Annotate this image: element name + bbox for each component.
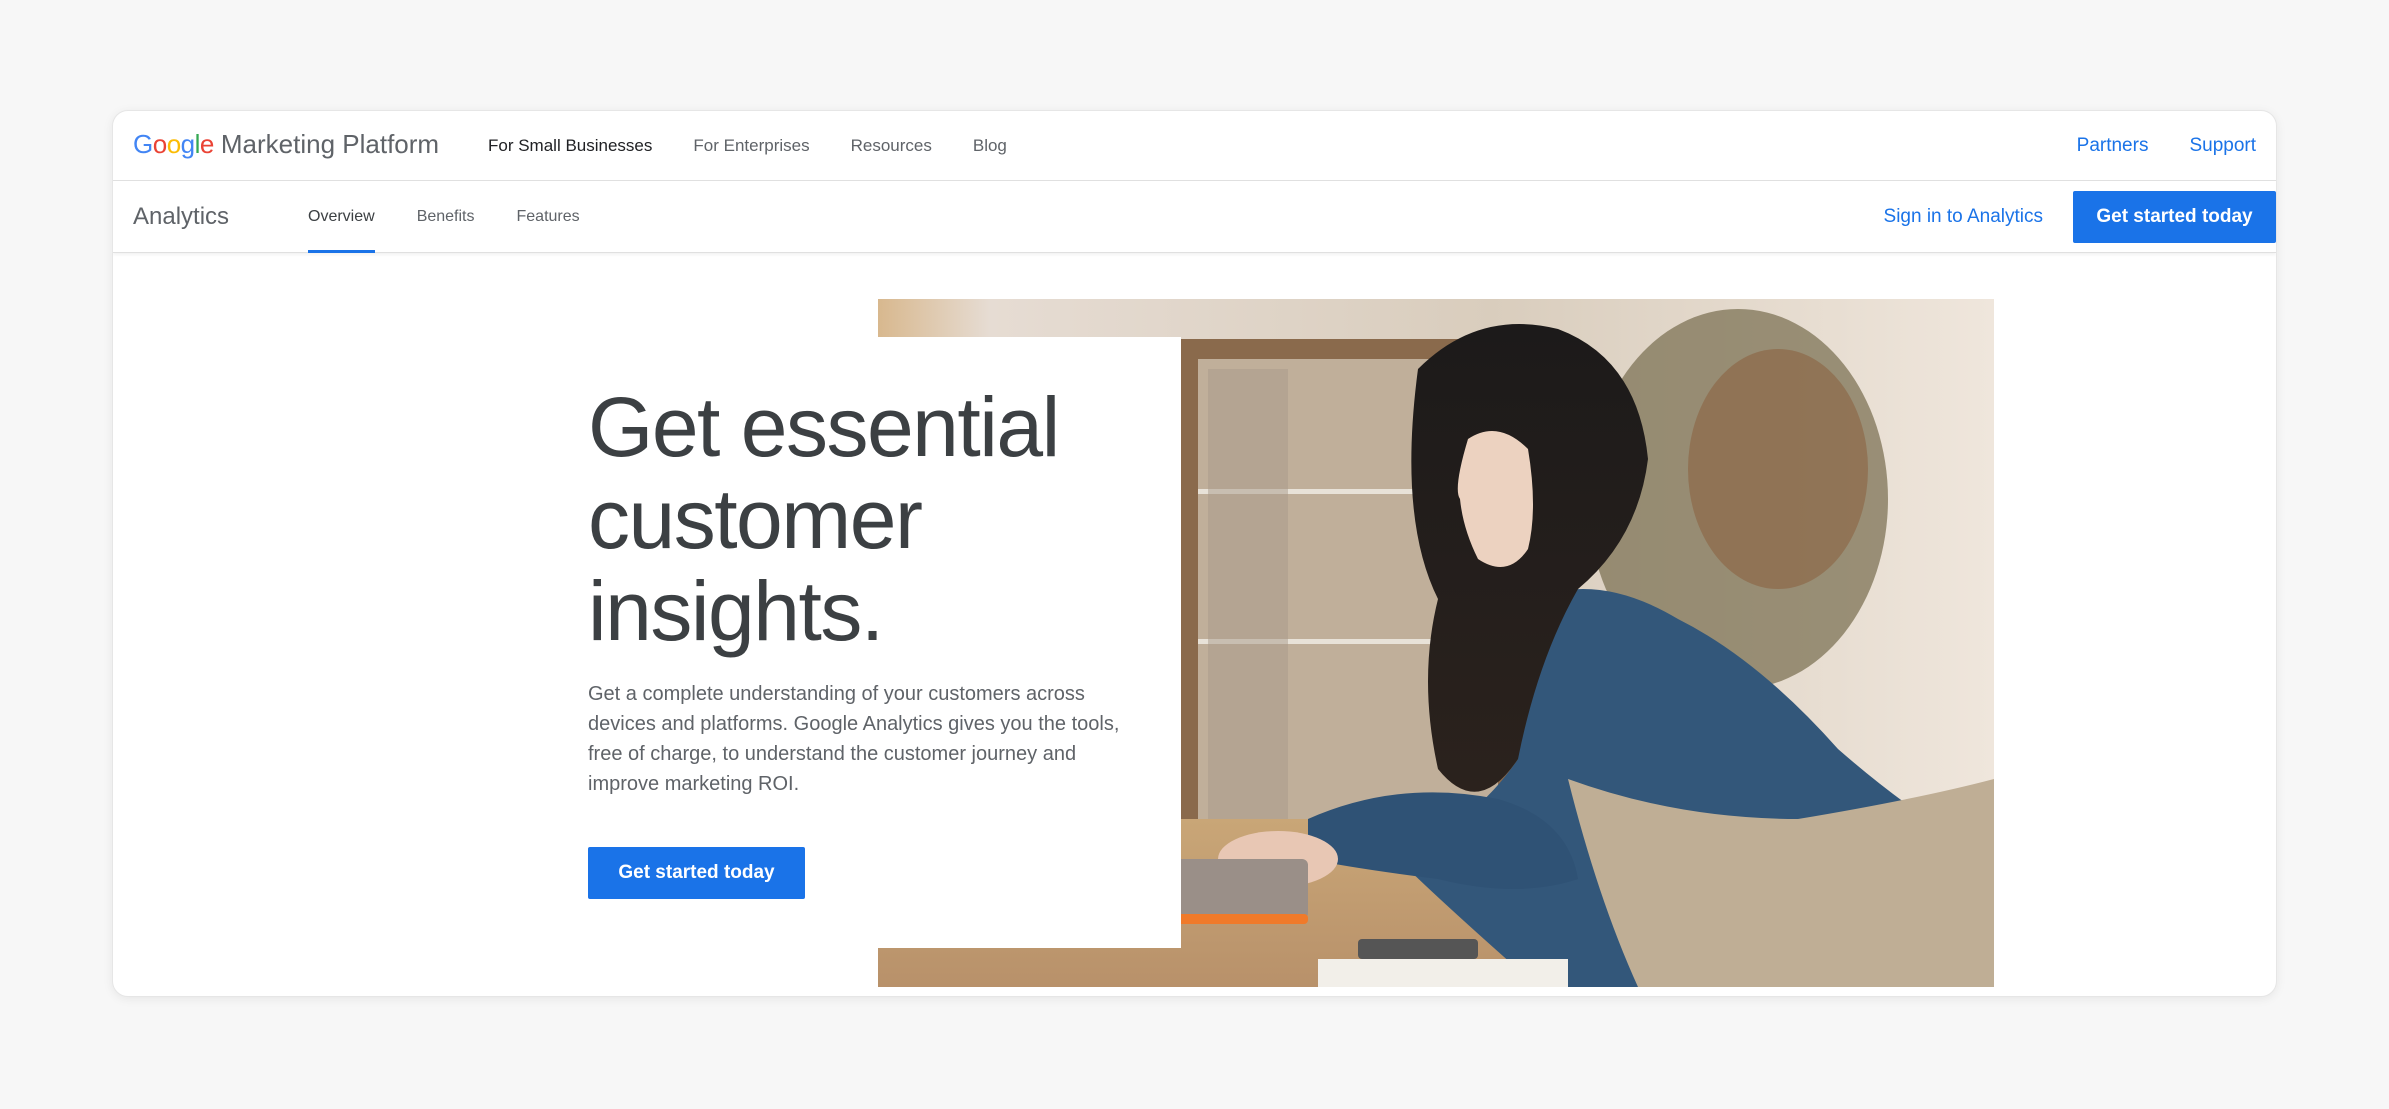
product-title: Analytics — [133, 203, 230, 230]
hero-description: Get a complete understanding of your cus… — [588, 683, 1120, 795]
support-link[interactable]: Support — [2189, 135, 2256, 157]
logo-letter: G — [133, 129, 153, 159]
tab-overview[interactable]: Overview — [308, 181, 375, 253]
product-tabs: Overview Benefits Features — [308, 181, 622, 253]
subnav-actions: Sign in to Analytics Get started today — [1884, 181, 2276, 253]
logo-letter: e — [199, 129, 214, 159]
google-marketing-platform-logo[interactable]: Google Marketing Platform — [133, 129, 439, 160]
logo-letter: g — [180, 129, 195, 159]
get-started-hero-button[interactable]: Get started today — [588, 847, 805, 899]
nav-link-enterprises[interactable]: For Enterprises — [693, 136, 809, 156]
sign-in-link[interactable]: Sign in to Analytics — [1884, 206, 2043, 228]
logo-letter: o — [152, 129, 167, 159]
nav-link-small-businesses[interactable]: For Small Businesses — [488, 136, 652, 156]
nav-link-blog[interactable]: Blog — [973, 136, 1007, 156]
page-card: Google Marketing Platform For Small Busi… — [112, 110, 2277, 997]
hero-content: Get essential customer insights. Get a c… — [588, 381, 1148, 899]
product-navigation: Analytics Overview Benefits Features Sig… — [113, 181, 2276, 253]
tab-features[interactable]: Features — [517, 181, 580, 253]
primary-nav: For Small Businesses For Enterprises Res… — [488, 111, 1048, 181]
logo-letter: o — [166, 129, 181, 159]
hero-title: Get essential customer insights. — [588, 381, 1148, 657]
top-navigation: Google Marketing Platform For Small Busi… — [113, 111, 2276, 181]
tab-benefits[interactable]: Benefits — [417, 181, 475, 253]
hero-title-line: customer — [588, 472, 923, 566]
hero-title-line: insights. — [588, 564, 884, 658]
nav-link-resources[interactable]: Resources — [851, 136, 932, 156]
platform-name: Marketing Platform — [220, 129, 440, 159]
partners-link[interactable]: Partners — [2077, 135, 2149, 157]
hero-title-line: Get essential — [588, 380, 1060, 474]
get-started-header-button[interactable]: Get started today — [2073, 191, 2276, 243]
secondary-nav: Partners Support — [2036, 111, 2256, 181]
google-wordmark: Google — [133, 129, 214, 160]
